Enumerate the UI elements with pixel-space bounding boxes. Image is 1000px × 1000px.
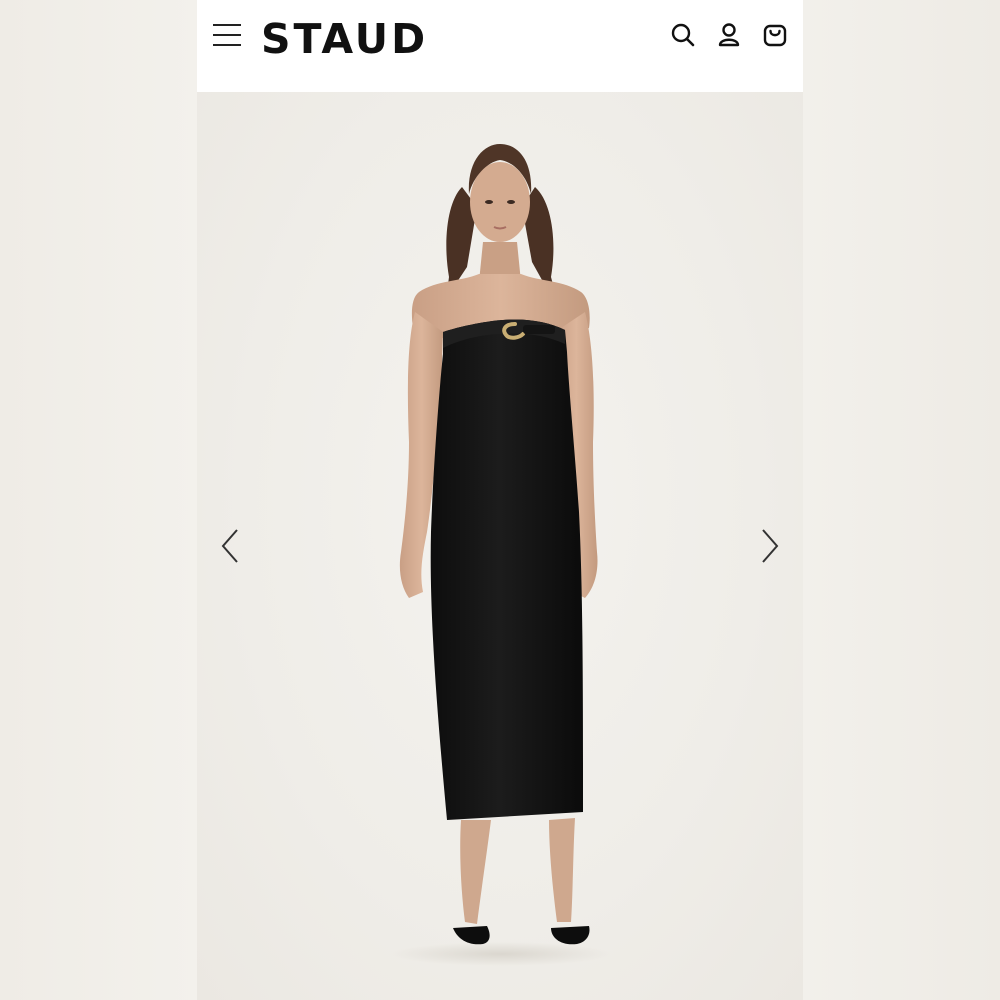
brand-logo[interactable]: STAUD [261,14,428,64]
screenshot-canvas: STAUD [0,0,1000,1000]
menu-icon[interactable] [213,22,243,48]
product-image-carousel[interactable] [197,92,803,1000]
mobile-page: STAUD [197,0,803,1000]
account-icon[interactable] [715,21,743,49]
cart-icon[interactable] [761,21,789,49]
product-image [391,144,611,966]
site-header: STAUD [197,0,803,92]
chevron-left-icon[interactable] [217,522,247,570]
chevron-right-icon[interactable] [753,522,783,570]
search-icon[interactable] [669,21,697,49]
